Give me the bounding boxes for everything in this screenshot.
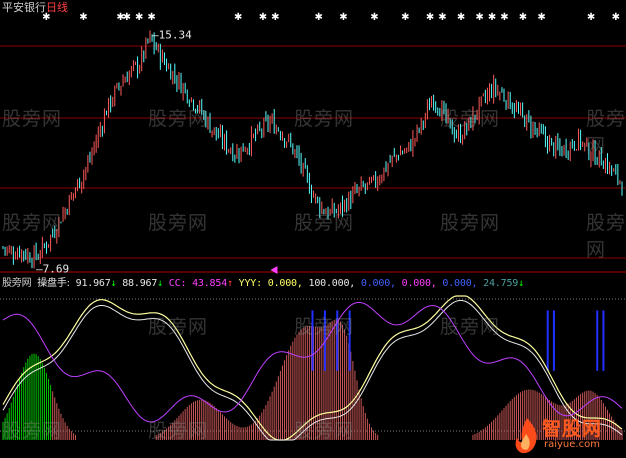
star-icon: ✱	[438, 12, 446, 23]
flame-icon	[515, 418, 537, 454]
star-icon: ✱	[339, 12, 347, 23]
grid-lines	[0, 45, 626, 432]
stock-name: 平安银行	[2, 1, 46, 14]
indicator-header: 股旁网 操盘手: 91.967↓ 88.967↓ CC: 43.854↑ YYY…	[2, 274, 524, 289]
indicator-value: 0.000,	[436, 278, 478, 289]
indicator-value: 0.000,	[395, 278, 437, 289]
star-icon: ✱	[234, 12, 242, 23]
signal-stars: ✱ ✱ ✱✱ ✱ ✱ ✱ ✱ ✱ ✱ ✱ ✱ ✱ ✱ ✱ ✱ ✱ ✱ ✱ ✱ ✱ ✱ ✱	[42, 12, 620, 23]
site-logo: 智股网 raiyue.com	[512, 414, 624, 456]
star-icon: ✱	[537, 12, 545, 23]
indicator-values: 91.967↓ 88.967↓ CC: 43.854↑ YYY: 0.000, …	[76, 278, 524, 289]
indicator-watermark: 股旁网	[2, 278, 32, 289]
indicator-value: 0.000,	[355, 278, 396, 289]
indicator-value: 100.000,	[302, 278, 356, 289]
high-price-label: —15.34	[152, 28, 192, 41]
star-icon: ✱	[612, 12, 620, 23]
star-icon: ✱	[259, 12, 267, 23]
star-icon: ✱	[370, 12, 378, 23]
star-icon: ✱	[123, 12, 131, 23]
current-position-marker[interactable]	[270, 266, 278, 274]
star-icon: ✱	[488, 12, 496, 23]
star-icon: ✱	[401, 12, 409, 23]
period-label: 日线	[46, 1, 68, 14]
star-icon: ✱	[147, 12, 155, 23]
indicator-value: CC: 43.854	[162, 278, 228, 289]
chart-title: 平安银行日线	[2, 1, 68, 14]
star-icon: ✱	[426, 12, 434, 23]
star-icon: ✱	[587, 12, 595, 23]
indicator-value: 91.967	[75, 278, 111, 289]
star-icon: ✱	[314, 12, 322, 23]
star-icon: ✱	[271, 12, 279, 23]
indicator-value: YYY: 0.000,	[232, 278, 303, 289]
star-icon: ✱	[500, 12, 508, 23]
indicator-value: 88.967	[116, 278, 158, 289]
chart-canvas[interactable]: ✱ ✱ ✱✱ ✱ ✱ ✱ ✱ ✱ ✱ ✱ ✱ ✱ ✱ ✱ ✱ ✱ ✱ ✱ ✱ ✱ ✱ ✱ —15.34 —7.69	[0, 0, 626, 458]
star-icon: ✱	[135, 12, 143, 23]
logo-url: raiyue.com	[544, 439, 600, 450]
price-candles	[2, 30, 623, 269]
indicator-arrow: ↓	[518, 278, 524, 289]
star-icon: ✱	[79, 12, 87, 23]
star-icon: ✱	[475, 12, 483, 23]
logo-text: 智股网	[542, 418, 603, 440]
star-icon: ✱	[457, 12, 465, 23]
indicator-value: 24.759	[477, 278, 519, 289]
indicator-name: 操盘手:	[37, 278, 70, 289]
star-icon: ✱	[519, 12, 527, 23]
